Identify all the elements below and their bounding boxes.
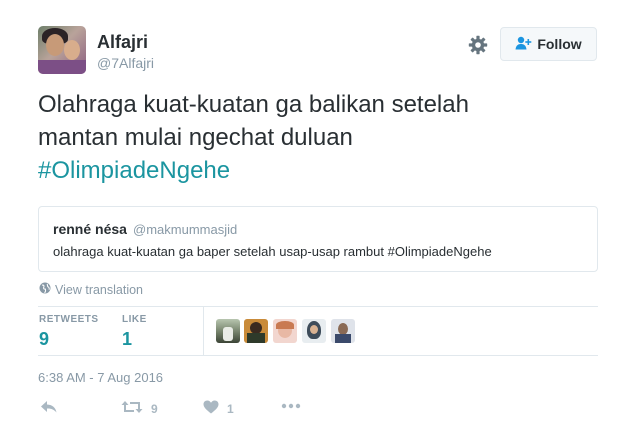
retweet-icon bbox=[121, 400, 143, 417]
retweet-action-count: 9 bbox=[151, 401, 158, 416]
tweet-line-1: Olahraga kuat-kuatan ga balikan setelah bbox=[38, 91, 469, 118]
more-button[interactable] bbox=[281, 398, 301, 412]
view-translation-label: View translation bbox=[55, 282, 144, 297]
retweets-label: RETWEETS bbox=[39, 314, 99, 325]
author-name[interactable]: Alfajri bbox=[97, 32, 148, 53]
engager-avatar[interactable] bbox=[216, 319, 240, 343]
engager-avatar[interactable] bbox=[273, 319, 297, 343]
tweet-text: Olahraga kuat-kuatan ga balikan setelah … bbox=[38, 88, 618, 187]
likes-label: LIKE bbox=[122, 314, 147, 325]
gear-icon[interactable] bbox=[468, 35, 488, 55]
engager-avatar[interactable] bbox=[302, 319, 326, 343]
author-handle[interactable]: @7Alfajri bbox=[97, 55, 154, 71]
retweet-button[interactable]: 9 bbox=[121, 400, 158, 417]
quoted-author-handle: @makmummasjid bbox=[133, 222, 238, 237]
globe-icon bbox=[39, 282, 51, 297]
reply-button[interactable] bbox=[40, 400, 58, 417]
stats-divider bbox=[203, 307, 204, 355]
more-icon bbox=[281, 398, 301, 412]
retweets-stat[interactable]: RETWEETS 9 bbox=[39, 314, 99, 350]
engager-avatar[interactable] bbox=[244, 319, 268, 343]
like-action-count: 1 bbox=[227, 401, 234, 416]
view-translation-link[interactable]: View translation bbox=[39, 282, 143, 297]
reply-icon bbox=[40, 400, 58, 417]
quoted-tweet-card[interactable]: renné nésa @makmummasjid olahraga kuat-k… bbox=[38, 206, 598, 272]
quoted-tweet-text: olahraga kuat-kuatan ga baper setelah us… bbox=[53, 244, 492, 259]
follow-label: Follow bbox=[537, 36, 582, 52]
follow-person-plus-icon bbox=[515, 36, 532, 53]
engager-avatar[interactable] bbox=[331, 319, 355, 343]
heart-icon bbox=[203, 400, 219, 417]
follow-button[interactable]: Follow bbox=[500, 27, 597, 61]
like-button[interactable]: 1 bbox=[203, 400, 234, 417]
tweet-line-2: mantan mulai ngechat duluan bbox=[38, 124, 353, 151]
author-avatar[interactable] bbox=[38, 26, 86, 74]
divider-bottom bbox=[38, 355, 598, 356]
quoted-author-name: renné nésa bbox=[53, 221, 127, 237]
tweet-timestamp[interactable]: 6:38 AM - 7 Aug 2016 bbox=[38, 370, 163, 385]
divider-top bbox=[38, 306, 598, 307]
likes-stat[interactable]: LIKE 1 bbox=[122, 314, 147, 350]
tweet-hashtag-link[interactable]: #OlimpiadeNgehe bbox=[38, 154, 618, 187]
retweets-count: 9 bbox=[39, 329, 50, 349]
likes-count: 1 bbox=[122, 329, 133, 349]
